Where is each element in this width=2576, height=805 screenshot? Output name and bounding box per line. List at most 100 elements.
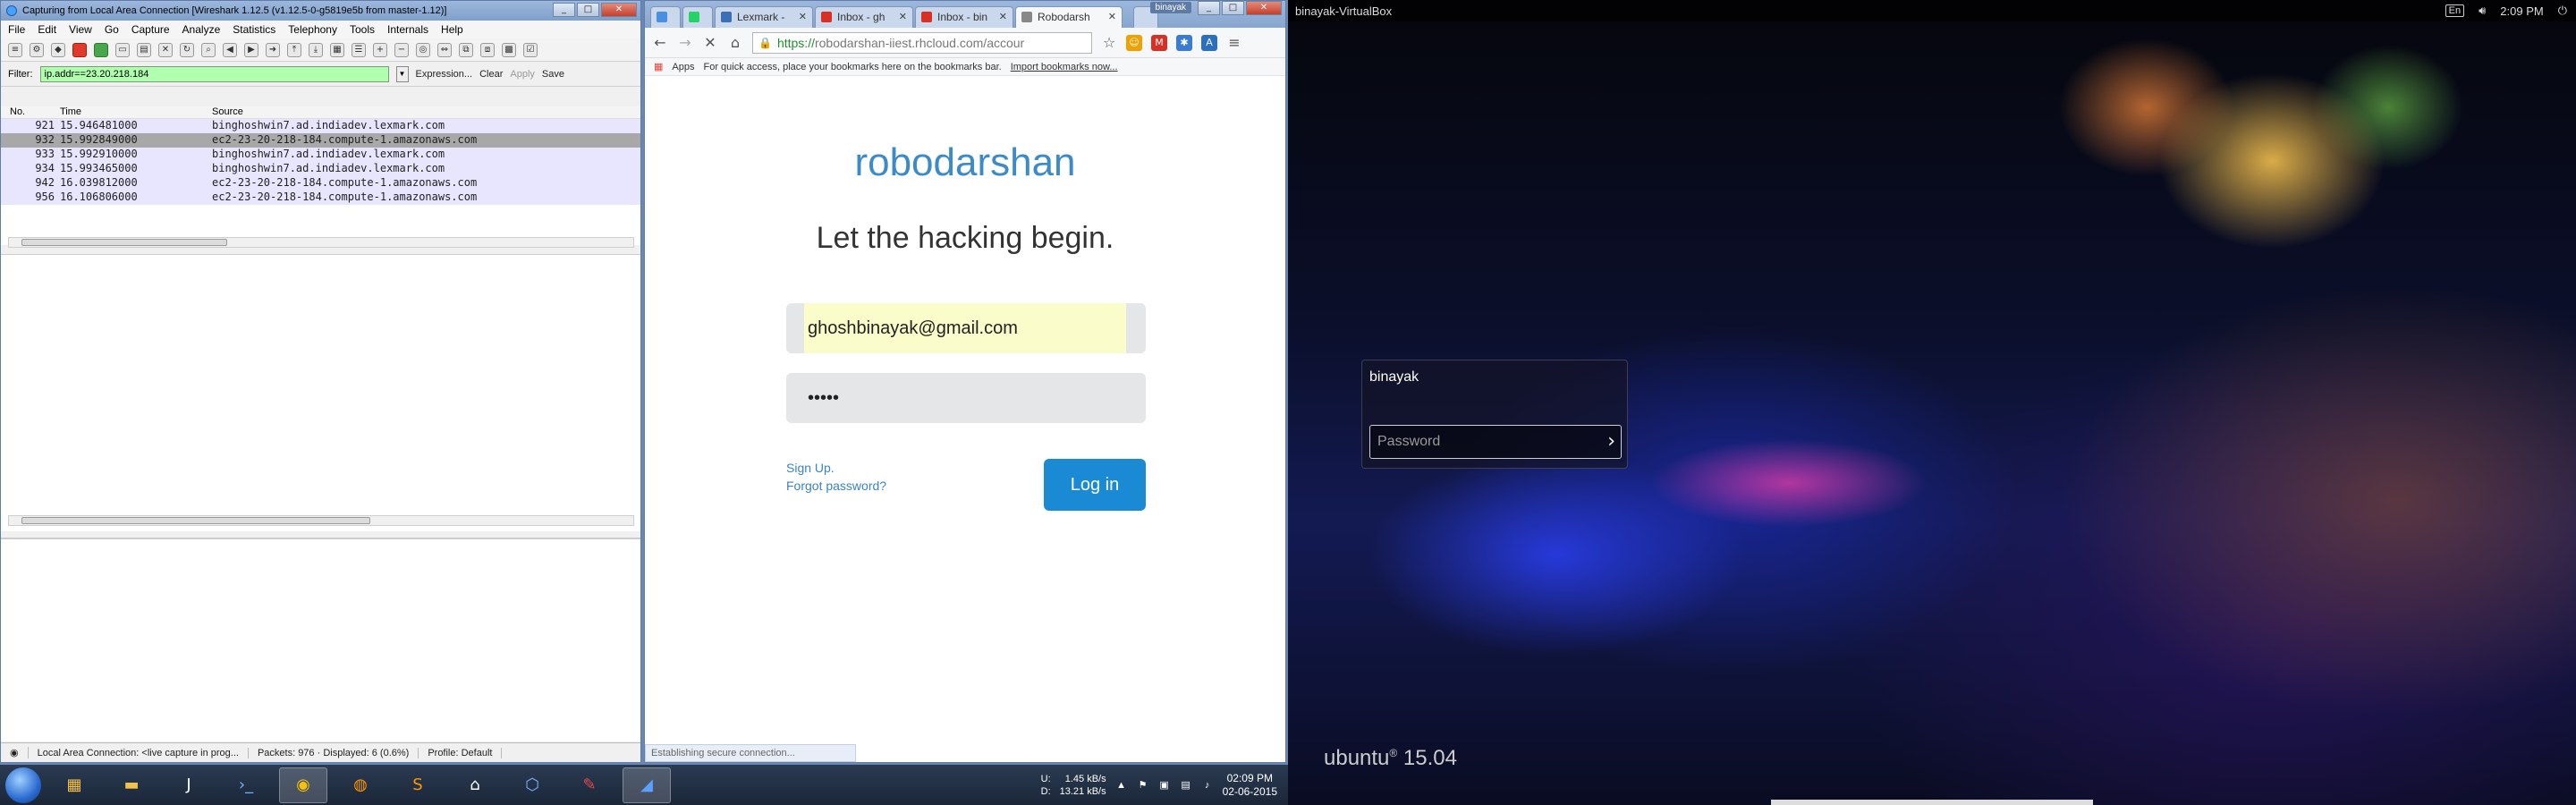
- filter-input[interactable]: [39, 65, 389, 82]
- menu-internals[interactable]: Internals: [387, 23, 428, 36]
- close-file-icon[interactable]: ✕: [158, 42, 173, 57]
- menu-edit[interactable]: Edit: [38, 23, 56, 36]
- packet-row[interactable]: 933 15.992910000 binghoshwin7.ad.indiadev.…: [1, 148, 640, 162]
- packet-row[interactable]: 921 15.946481000 binghoshwin7.ad.indiadev.…: [1, 119, 640, 133]
- menu-analyze[interactable]: Analyze: [182, 23, 221, 36]
- translate-icon[interactable]: A: [1201, 34, 1217, 51]
- menu-help[interactable]: Help: [441, 23, 463, 36]
- gmail-extension-icon[interactable]: M: [1151, 34, 1167, 51]
- autoscroll-icon[interactable]: ☰: [352, 42, 366, 57]
- volume-icon[interactable]: ♪: [1201, 779, 1214, 792]
- explorer-icon[interactable]: ▬: [107, 767, 156, 803]
- tab-close-icon[interactable]: ✕: [999, 7, 1007, 27]
- app-icon[interactable]: ✎: [565, 767, 614, 803]
- zoom-in-icon[interactable]: +: [373, 42, 387, 57]
- colorize-icon[interactable]: ▦: [330, 42, 344, 57]
- forward-icon[interactable]: →: [677, 34, 693, 51]
- submit-arrow-icon[interactable]: ›: [1607, 431, 1615, 453]
- menu-view[interactable]: View: [69, 23, 92, 36]
- chrome-icon[interactable]: ◉: [279, 767, 327, 803]
- sublime-icon[interactable]: S: [394, 767, 442, 803]
- minimize-button[interactable]: _: [1198, 1, 1220, 15]
- menu-go[interactable]: Go: [105, 23, 119, 36]
- tab-6-active[interactable]: Robodarsh ✕: [1015, 6, 1123, 28]
- col-time[interactable]: Time: [60, 106, 212, 118]
- flag-icon[interactable]: ⚑: [1137, 779, 1149, 792]
- col-no[interactable]: No.: [1, 106, 60, 118]
- start-capture-icon[interactable]: ◆: [51, 42, 65, 57]
- username[interactable]: binayak: [1369, 369, 1419, 386]
- star-icon[interactable]: ☆: [1101, 34, 1117, 51]
- home-icon[interactable]: ⌂: [727, 34, 743, 51]
- display-filters-icon[interactable]: ⧈: [480, 42, 495, 57]
- restart-capture-icon[interactable]: [94, 42, 108, 57]
- menu-telephony[interactable]: Telephony: [288, 23, 337, 36]
- expression-button[interactable]: Expression...: [416, 69, 473, 80]
- keyboard-layout-indicator[interactable]: En: [2445, 4, 2465, 17]
- extension-icon[interactable]: ☺: [1126, 34, 1142, 51]
- metro-apps-icon[interactable]: ▦: [50, 767, 98, 803]
- tab-4[interactable]: Inbox - gh ✕: [815, 6, 913, 28]
- network-icon[interactable]: ▤: [1180, 779, 1192, 792]
- tab-2[interactable]: [682, 6, 713, 28]
- import-bookmarks-link[interactable]: Import bookmarks now...: [1011, 62, 1118, 72]
- powershell-icon[interactable]: ›_: [222, 767, 270, 803]
- packet-row[interactable]: 934 15.993465000 binghoshwin7.ad.indiadev.…: [1, 162, 640, 176]
- expert-info-icon[interactable]: ◉: [1, 747, 29, 758]
- menu-statistics[interactable]: Statistics: [233, 23, 275, 36]
- capture-filters-icon[interactable]: ⧉: [459, 42, 473, 57]
- forgot-password-link[interactable]: Forgot password?: [786, 477, 886, 495]
- interfaces-icon[interactable]: ≡: [8, 42, 22, 57]
- packet-list-hscroll[interactable]: [8, 237, 634, 248]
- login-button[interactable]: Log in: [1044, 459, 1146, 511]
- wireshark-taskbar-icon[interactable]: ◢: [623, 767, 671, 803]
- resize-columns-icon[interactable]: ⇔: [437, 42, 452, 57]
- start-button[interactable]: [5, 767, 41, 803]
- back-icon[interactable]: ←: [652, 34, 668, 51]
- forward-icon[interactable]: ▶: [244, 42, 258, 57]
- extension-icon[interactable]: ✱: [1176, 34, 1192, 51]
- maximize-button[interactable]: □: [1222, 1, 1244, 15]
- apps-icon[interactable]: ▦: [654, 61, 663, 72]
- maximize-button[interactable]: □: [577, 3, 599, 17]
- tab-1[interactable]: [650, 6, 681, 28]
- menu-icon[interactable]: ≡: [1226, 34, 1242, 51]
- zoom-out-icon[interactable]: −: [394, 42, 409, 57]
- scroll-thumb[interactable]: [21, 517, 370, 524]
- save-icon[interactable]: ▤: [137, 42, 151, 57]
- tab-close-icon[interactable]: ✕: [899, 7, 907, 27]
- packet-row[interactable]: 932 15.992849000 ec2-23-20-218-184.compute…: [1, 133, 640, 148]
- volume-icon[interactable]: 🔊︎: [2479, 4, 2486, 18]
- tray-expand-icon[interactable]: ▲: [1115, 779, 1128, 792]
- options-icon[interactable]: ⚙: [30, 42, 44, 57]
- network-tool-icon[interactable]: ⌂: [451, 767, 499, 803]
- notification-icon[interactable]: ▣: [1158, 779, 1171, 792]
- packet-row[interactable]: 956 16.106806000 ec2-23-20-218-184.compute…: [1, 191, 640, 205]
- save-filter-button[interactable]: Save: [542, 69, 564, 80]
- open-icon[interactable]: ▭: [115, 42, 130, 57]
- wireshark-titlebar[interactable]: Capturing from Local Area Connection [Wi…: [1, 1, 640, 21]
- close-button[interactable]: ✕: [1246, 1, 1282, 15]
- apps-link[interactable]: Apps: [672, 62, 694, 72]
- address-bar[interactable]: 🔒 https:// robodarshan-iiest.rhcloud.com…: [752, 31, 1092, 54]
- password-field[interactable]: •••••: [786, 373, 1146, 423]
- stop-capture-icon[interactable]: [72, 42, 87, 57]
- back-icon[interactable]: ◀: [223, 42, 237, 57]
- stop-icon[interactable]: ✕: [702, 34, 718, 51]
- coloring-rules-icon[interactable]: ▩: [502, 42, 516, 57]
- find-icon[interactable]: ⌕: [201, 42, 216, 57]
- menu-tools[interactable]: Tools: [350, 23, 375, 36]
- packet-row[interactable]: 942 16.039812000 ec2-23-20-218-184.compute…: [1, 176, 640, 191]
- password-input[interactable]: Password ›: [1369, 425, 1622, 459]
- details-hscroll[interactable]: [8, 515, 634, 526]
- virtualbox-icon[interactable]: ⬡: [508, 767, 556, 803]
- apply-button[interactable]: Apply: [510, 69, 535, 80]
- tab-3[interactable]: Lexmark - ✕: [715, 6, 813, 28]
- menu-file[interactable]: File: [8, 23, 25, 36]
- ubuntu-clock[interactable]: 2:09 PM: [2500, 4, 2543, 18]
- clear-button[interactable]: Clear: [479, 69, 503, 80]
- goto-icon[interactable]: ➜: [266, 42, 280, 57]
- profile-badge[interactable]: binayak: [1149, 2, 1191, 13]
- first-packet-icon[interactable]: ⤒: [287, 42, 301, 57]
- scroll-thumb[interactable]: [21, 239, 227, 246]
